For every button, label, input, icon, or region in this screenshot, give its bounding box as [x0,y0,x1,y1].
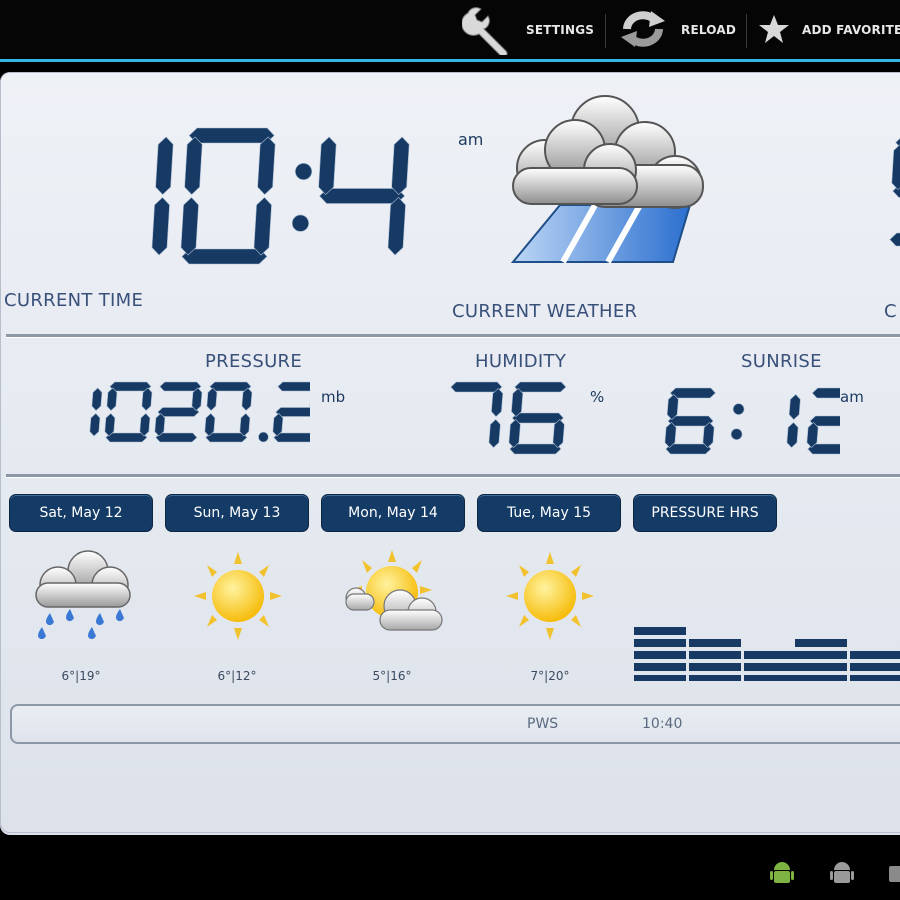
sun-icon [188,548,288,648]
partial-caption: C [884,301,897,322]
pressure-bar-column [850,651,900,681]
pressure-bar-column [795,639,847,681]
forecast-temp: 5°|16° [372,669,412,683]
pressure-label: PRESSURE [205,351,303,372]
forecast-day-button[interactable]: Mon, May 14 [321,494,465,532]
digit-glyph [180,127,276,265]
pressure-value [89,381,310,443]
add-favorite-button[interactable]: ADD FAVORITE [758,8,900,52]
action-divider [605,14,606,48]
pressure-history-bars [634,627,900,681]
forecast-temp: 6°|19° [61,669,101,683]
pressure-bar-column [634,627,686,681]
digit-glyph [104,381,153,443]
divider [6,334,900,338]
action-divider [746,14,747,48]
decimal-point-glyph [258,431,269,443]
humidity-unit: % [590,388,605,406]
pws-time: 10:40 [642,716,683,732]
system-bar [0,836,900,900]
rain-cloud-icon [505,90,715,274]
settings-button[interactable]: SETTINGS [461,6,595,58]
action-bar-accent-line [0,59,900,62]
pws-status-bar: PWS 10:40 [10,704,900,744]
current-time-caption: CURRENT TIME [4,290,144,311]
divider [6,474,900,478]
humidity-label: HUMIDITY [475,351,567,372]
digit-glyph [450,381,504,449]
colon-glyph [730,403,745,441]
reload-button[interactable]: RELOAD [617,8,736,52]
digit-glyph [272,381,310,443]
pws-label: PWS [527,716,559,732]
forecast-temp: 7°|20° [530,669,570,683]
digit-glyph [154,381,203,443]
star-icon [758,13,790,48]
digit-glyph [508,381,567,455]
pressure-unit: mb [321,388,346,406]
humidity-value [450,381,567,455]
sun-icon [500,548,600,648]
current-weather-caption: CURRENT WEATHER [452,301,638,322]
digit-glyph [318,136,410,256]
reload-label: RELOAD [681,23,736,37]
add-favorite-label: ADD FAVORITE [802,23,900,37]
action-bar: SETTINGS RELOAD ADD FAVORITE [0,0,900,62]
clock-ampm: am [458,130,484,149]
digit-glyph [889,137,900,247]
pressure-bar-column [744,651,796,681]
forecast-day-button[interactable]: Tue, May 15 [477,494,621,532]
sunrise-label: SUNRISE [741,351,822,372]
forecast-temp: 6°|12° [217,669,257,683]
pressure-hrs-button[interactable]: PRESSURE HRS [633,494,777,532]
rain-cloud-icon [30,547,134,643]
sunrise-unit: am [840,388,864,406]
digit-glyph [786,393,801,449]
clock-display [151,127,410,265]
pressure-bar-column [689,639,741,681]
partly-cloudy-icon [342,548,448,648]
digit-glyph [204,381,253,443]
sunrise-value [664,387,840,455]
wrench-icon [461,3,514,58]
digit-glyph [151,136,174,256]
partial-digit-display [889,137,900,247]
digit-glyph [806,387,840,455]
settings-label: SETTINGS [526,23,595,37]
colon-glyph [291,162,313,232]
digit-glyph [89,387,103,437]
forecast-day-button[interactable]: Sat, May 12 [9,494,153,532]
forecast-day-button[interactable]: Sun, May 13 [165,494,309,532]
android-debug-icon[interactable] [768,858,796,892]
notification-icon[interactable] [885,858,900,892]
usb-android-icon[interactable] [828,858,856,892]
reload-icon [617,7,669,54]
weather-panel: am CURRENT TIME CURRENT WEATHER C PRESSU… [0,72,900,835]
digit-glyph [664,387,716,455]
